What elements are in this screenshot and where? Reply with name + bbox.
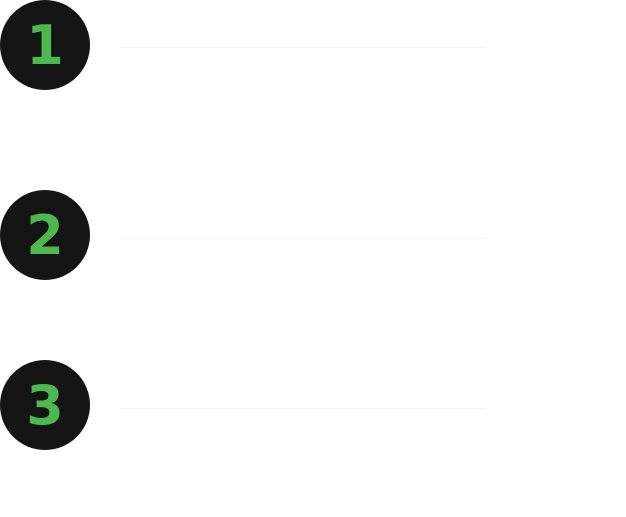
divider-line — [120, 408, 485, 409]
step-item: 1 — [0, 0, 626, 92]
step-number: 2 — [26, 204, 64, 267]
step-item: 2 — [0, 190, 626, 282]
step-number-badge: 2 — [0, 190, 90, 280]
step-number: 3 — [26, 374, 64, 437]
step-number-badge: 3 — [0, 360, 90, 450]
step-item: 3 — [0, 360, 626, 452]
step-number-badge: 1 — [0, 0, 90, 90]
step-number: 1 — [26, 14, 64, 77]
divider-line — [120, 238, 485, 239]
divider-line — [120, 47, 485, 48]
